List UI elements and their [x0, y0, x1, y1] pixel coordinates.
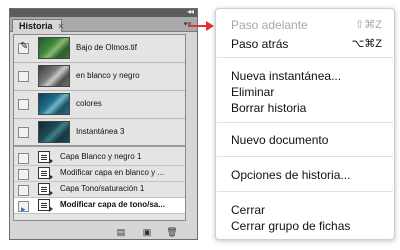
history-state-row[interactable]: Capa Blanco y negro 1 [14, 150, 185, 166]
menu-item-new-snapshot[interactable]: Nueva instantánea... [231, 69, 386, 83]
menu-separator [217, 57, 393, 58]
history-state-label: Modificar capa de tono/sa... [60, 200, 165, 209]
history-state-slider-icon[interactable]: ▸ [21, 204, 26, 215]
history-step-icon [38, 199, 53, 212]
menu-item-label: Nuevo documento [231, 133, 329, 147]
history-step-icon [38, 151, 53, 164]
menu-item-label: Cerrar [231, 203, 266, 217]
snapshot-label: Instantánea 3 [76, 127, 125, 136]
snapshot-row[interactable]: Instantánea 3 [14, 119, 185, 147]
menu-item-close-tab-group[interactable]: Cerrar grupo de fichas [231, 219, 386, 233]
history-panel: ◂◂ Historia✕ ▾≡ ✎ Bajo de Olmos.tif en b… [9, 7, 198, 240]
history-state-row-selected[interactable]: ▸ Modificar capa de tono/sa... [14, 198, 185, 214]
history-source-checkbox[interactable] [18, 127, 29, 138]
menu-item-label: Eliminar [231, 85, 275, 99]
history-state-row[interactable]: Modificar capa en blanco y ... [14, 166, 185, 182]
menu-item-label: Nueva instantánea... [231, 69, 342, 83]
snapshot-row[interactable]: colores [14, 91, 185, 119]
shortcut-step-forward: ⇧⌘Z [355, 19, 382, 31]
history-step-icon [38, 183, 53, 196]
collapse-icon[interactable]: ◂◂ [187, 7, 194, 17]
annotation-arrow-line [188, 25, 208, 27]
history-source-checkbox[interactable]: ✎ [18, 41, 29, 54]
history-state-label: Capa Tono/saturación 1 [60, 184, 145, 193]
history-brush-icon: ✎ [20, 41, 29, 52]
trash-icon[interactable]: 🗑 [166, 227, 178, 237]
history-source-checkbox[interactable]: ▸ [18, 201, 29, 215]
history-source-checkbox[interactable] [18, 169, 29, 180]
history-source-checkbox[interactable] [18, 153, 29, 164]
history-step-icon [38, 167, 53, 180]
menu-item-label: Paso atrás [231, 37, 289, 51]
snapshot-label: Bajo de Olmos.tif [76, 43, 137, 52]
history-state-label: Modificar capa en blanco y ... [60, 168, 165, 177]
history-list: ✎ Bajo de Olmos.tif en blanco y negro co… [13, 34, 186, 221]
snapshot-label: colores [76, 99, 102, 108]
menu-item-label: Borrar historia [231, 101, 307, 115]
history-source-checkbox[interactable] [18, 71, 29, 82]
snapshot-row[interactable]: ✎ Bajo de Olmos.tif [14, 35, 185, 63]
snapshot-row[interactable]: en blanco y negro [14, 63, 185, 91]
menu-item-delete[interactable]: Eliminar [231, 85, 386, 99]
menu-item-label: Paso adelante [231, 18, 308, 32]
snapshot-label: en blanco y negro [76, 71, 140, 80]
tab-label: Historia [19, 21, 53, 31]
history-source-checkbox[interactable] [18, 185, 29, 196]
history-state-label: Capa Blanco y negro 1 [60, 152, 142, 161]
tab-historia[interactable]: Historia ✕ [12, 19, 65, 32]
new-document-icon[interactable]: ▤ [115, 227, 127, 237]
panel-collapse-bar[interactable]: ◂◂ [10, 7, 197, 17]
snapshot-thumbnail [38, 37, 70, 59]
menu-item-close[interactable]: Cerrar [231, 203, 386, 217]
snapshot-thumbnail [38, 65, 70, 87]
close-icon[interactable]: ✕ [58, 22, 65, 31]
snapshot-thumbnail [38, 93, 70, 115]
menu-item-history-options[interactable]: Opciones de historia... [231, 168, 386, 182]
panel-tabbar: Historia✕ ▾≡ [10, 17, 197, 32]
menu-item-label: Opciones de historia... [231, 168, 351, 182]
shortcut-step-backward: ⌥⌘Z [351, 38, 382, 50]
menu-item-clear-history[interactable]: Borrar historia [231, 101, 386, 115]
menu-item-new-document[interactable]: Nuevo documento [231, 133, 386, 147]
new-snapshot-icon[interactable]: ▣ [141, 227, 153, 237]
snapshot-thumbnail [38, 121, 70, 143]
menu-separator [217, 122, 393, 123]
history-panel-menu: Paso adelante ⇧⌘Z Paso atrás ⌥⌘Z Nueva i… [215, 8, 395, 240]
annotation-arrow-icon [206, 21, 214, 31]
menu-separator [217, 156, 393, 157]
menu-separator [217, 191, 393, 192]
history-state-row[interactable]: Capa Tono/saturación 1 [14, 182, 185, 198]
menu-item-label: Cerrar grupo de fichas [231, 219, 351, 233]
history-source-checkbox[interactable] [18, 99, 29, 110]
